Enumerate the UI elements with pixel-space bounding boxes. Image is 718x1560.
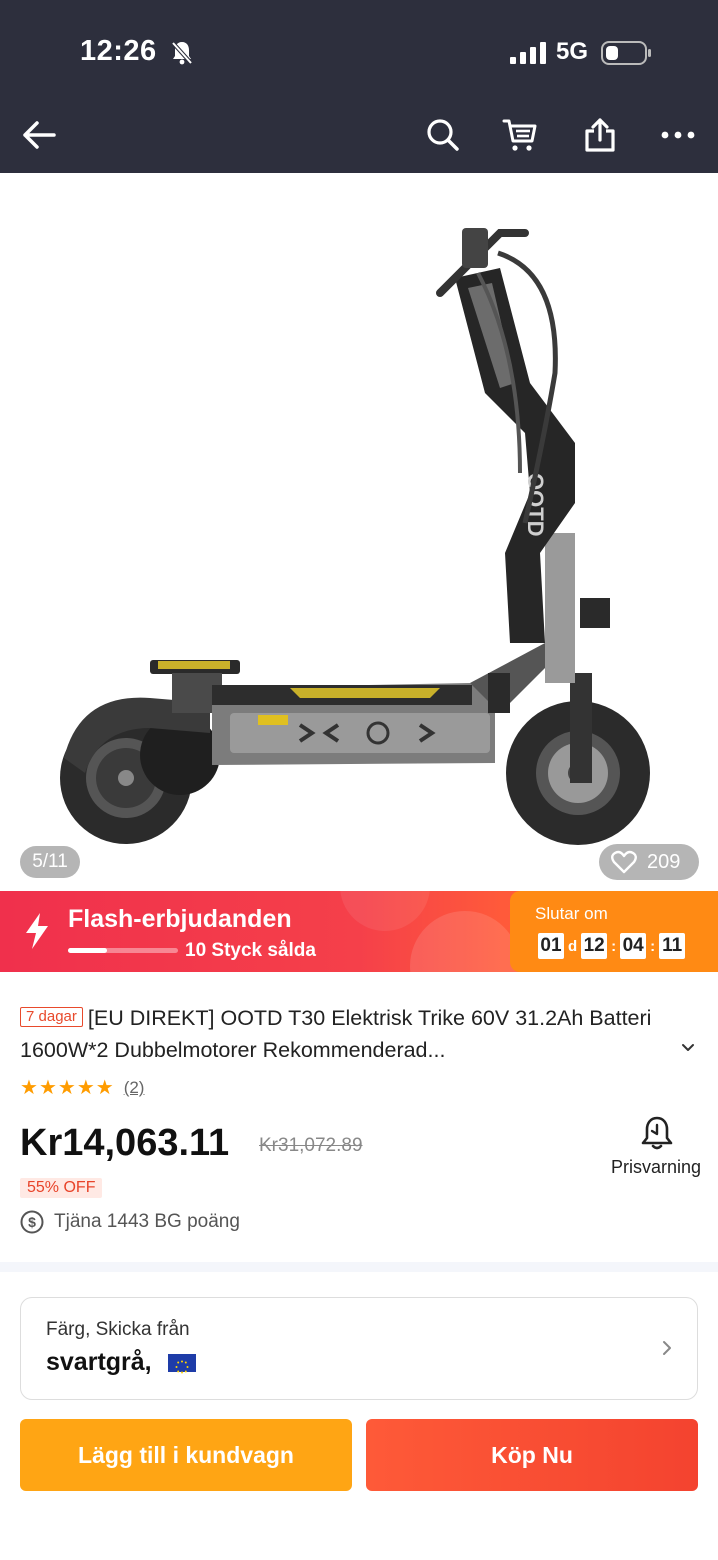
share-button[interactable] [575,110,625,160]
search-button[interactable] [418,110,468,160]
image-counter: 5/11 [20,846,80,878]
wishlist-button[interactable]: 209 [599,844,699,880]
bell-off-icon [171,41,193,65]
status-time: 12:26 [80,35,157,67]
rating[interactable]: ★ ★ ★ ★ ★ (2) [20,1078,144,1098]
discount-badge: 55% OFF [20,1178,103,1198]
countdown-days: 01 [538,933,564,959]
time-separator: : [650,937,656,955]
signal-icon [510,42,546,64]
add-to-cart-button[interactable]: Lägg till i kundvagn [20,1419,352,1491]
countdown-timer: Slutar om 01 d 12 : 04 : 11 [510,891,718,972]
cart-button[interactable] [495,110,545,160]
heart-icon [611,850,637,874]
reward-points-text: Tjäna 1443 BG poäng [54,1211,240,1232]
countdown-minutes: 04 [620,933,647,959]
original-price: Kr31,072.89 [259,1135,363,1156]
days-unit: d [568,937,578,955]
star-icon: ★ [95,1077,114,1099]
status-bar: 12:26 5G [0,0,718,100]
product-title-block[interactable]: 7 dagar [EU DIREKT] OOTD T30 Elektrisk Tr… [20,1002,660,1066]
share-icon [585,118,615,152]
price-alert-label[interactable]: Prisvarning [611,1157,701,1178]
more-button[interactable] [653,110,703,160]
selected-color: svartgrå, [46,1348,152,1376]
sold-progress-bar [68,948,178,953]
buy-now-button[interactable]: Köp Nu [366,1419,698,1491]
back-arrow-icon [23,121,56,149]
bottom-action-bar: Lägg till i kundvagn Köp Nu [0,1402,718,1560]
search-icon [427,119,459,151]
time-separator: : [611,937,617,955]
coin-icon: $ [20,1210,44,1234]
flash-deal-banner[interactable]: Flash-erbjudanden 10 Styck sålda Slutar … [0,891,718,972]
svg-text:$: $ [28,1214,36,1230]
current-price: Kr14,063.11 [20,1122,230,1164]
countdown-hours: 12 [581,933,608,959]
eu-flag-icon [167,1353,196,1373]
sold-count: 10 Styck sålda [185,940,316,961]
star-icon: ★ [20,1077,38,1099]
flash-deal-title: Flash-erbjudanden [68,905,292,933]
reward-points: $ Tjäna 1443 BG poäng [20,1210,240,1234]
banner-decoration [410,911,520,972]
product-title: [EU DIREKT] OOTD T30 Elektrisk Trike 60V… [20,1006,652,1062]
sold-progress-fill [68,948,107,953]
cart-icon [502,119,537,151]
battery-icon [601,41,651,65]
price-alert-bell-icon[interactable] [639,1115,675,1151]
banner-decoration [340,891,430,931]
variant-label: Färg, Skicka från [46,1319,190,1340]
chevron-right-icon [663,1341,671,1355]
top-nav-bar [0,100,718,173]
more-icon [661,131,695,139]
product-image: OOTD [60,228,650,845]
delivery-tag: 7 dagar [20,1007,83,1027]
lightning-bolt-icon [26,913,48,949]
wishlist-count: 209 [647,850,681,873]
product-image-gallery[interactable]: OOTD 5/11 209 [0,173,718,891]
star-icon: ★ [38,1077,57,1099]
section-divider [0,1262,718,1272]
countdown-seconds: 11 [659,933,686,959]
review-count-link[interactable]: (2) [124,1078,145,1098]
star-icon: ★ [57,1077,76,1099]
countdown-values: 01 d 12 : 04 : 11 [538,933,686,959]
back-button[interactable] [14,110,64,160]
variant-value: svartgrå, [46,1348,196,1377]
variant-selector[interactable]: Färg, Skicka från svartgrå, [20,1297,698,1400]
expand-title-icon[interactable] [680,1040,696,1056]
network-type: 5G [556,38,589,65]
star-icon: ★ [76,1077,95,1099]
countdown-label: Slutar om [535,904,608,923]
